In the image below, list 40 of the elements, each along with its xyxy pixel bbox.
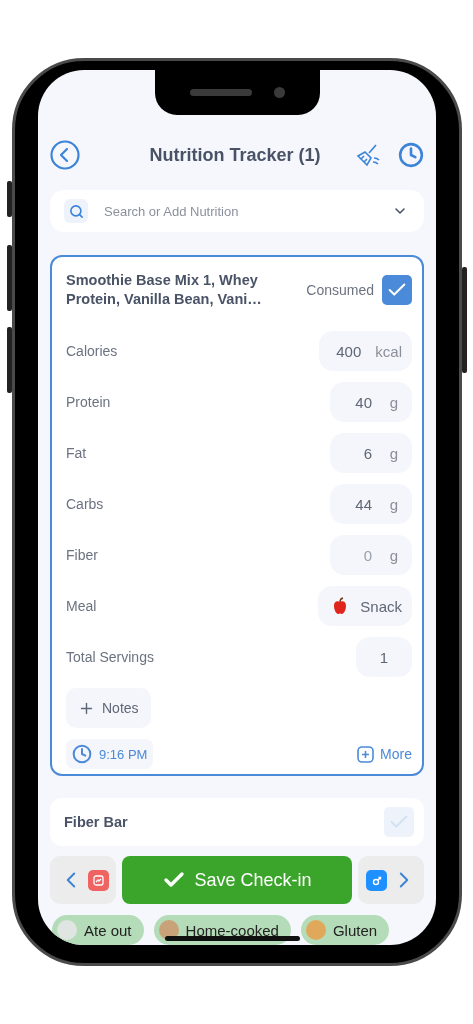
save-button[interactable]: Save Check-in <box>122 856 352 904</box>
consumed-checkbox[interactable] <box>384 807 414 837</box>
entry-name: Smoothie Base Mix 1, Whey Protein, Vanilla Bean, Vani… <box>66 271 263 309</box>
consumed-label: Consumed <box>306 282 374 298</box>
tag-chip[interactable]: Ate out <box>52 915 144 945</box>
search-icon <box>64 199 88 223</box>
add-notes-button[interactable]: Notes <box>66 688 151 728</box>
page-title: Nutrition Tracker (1) <box>148 144 322 166</box>
field-label: Total Servings <box>66 649 155 665</box>
meal-picker[interactable]: Snack <box>318 586 412 626</box>
field-label: Meal <box>66 598 98 614</box>
value-field[interactable]: 44 g <box>330 484 412 524</box>
field-label: Calories <box>66 343 119 359</box>
male-symbol-app-icon <box>365 869 387 891</box>
broom-icon[interactable] <box>356 142 382 168</box>
tag-chip[interactable]: Gluten <box>300 915 390 945</box>
value-field[interactable]: 40 g <box>330 382 412 422</box>
entry-card[interactable]: Smoothie Base Mix 1, Whey Protein, Vanilla Bean, Vani… Consumed Calories 400 kcal Protein 40 g Fat 6 g Carbs 44 g Fiber 0 g Meal Snack Total Servings 1 Notes 9:16 PM More <box>50 255 424 776</box>
field-label: Protein <box>66 394 112 410</box>
entry-name: Fiber Bar <box>64 812 129 832</box>
previous-button[interactable] <box>50 856 116 904</box>
time-button[interactable]: 9:16 PM <box>66 739 154 769</box>
consumed-checkbox[interactable] <box>382 275 412 305</box>
search-bar[interactable]: Search or Add Nutrition <box>50 190 424 232</box>
plus-square-icon <box>357 745 375 763</box>
value-field[interactable]: 6 g <box>330 433 412 473</box>
next-button[interactable] <box>358 856 424 904</box>
history-button[interactable] <box>398 142 424 168</box>
servings-field[interactable]: 1 <box>355 637 412 677</box>
field-label: Fat <box>66 445 88 461</box>
clock-icon <box>72 744 92 764</box>
chart-app-icon <box>87 869 109 891</box>
back-button[interactable] <box>50 140 80 170</box>
value-field[interactable]: 400 kcal <box>319 331 412 371</box>
search-field[interactable]: Search or Add Nutrition <box>102 202 378 220</box>
field-label: Carbs <box>66 496 105 512</box>
field-label: Fiber <box>66 547 99 563</box>
more-button[interactable]: More <box>357 745 412 763</box>
value-field[interactable]: 0 g <box>330 535 412 575</box>
entry-card[interactable]: Fiber Bar <box>50 798 424 846</box>
